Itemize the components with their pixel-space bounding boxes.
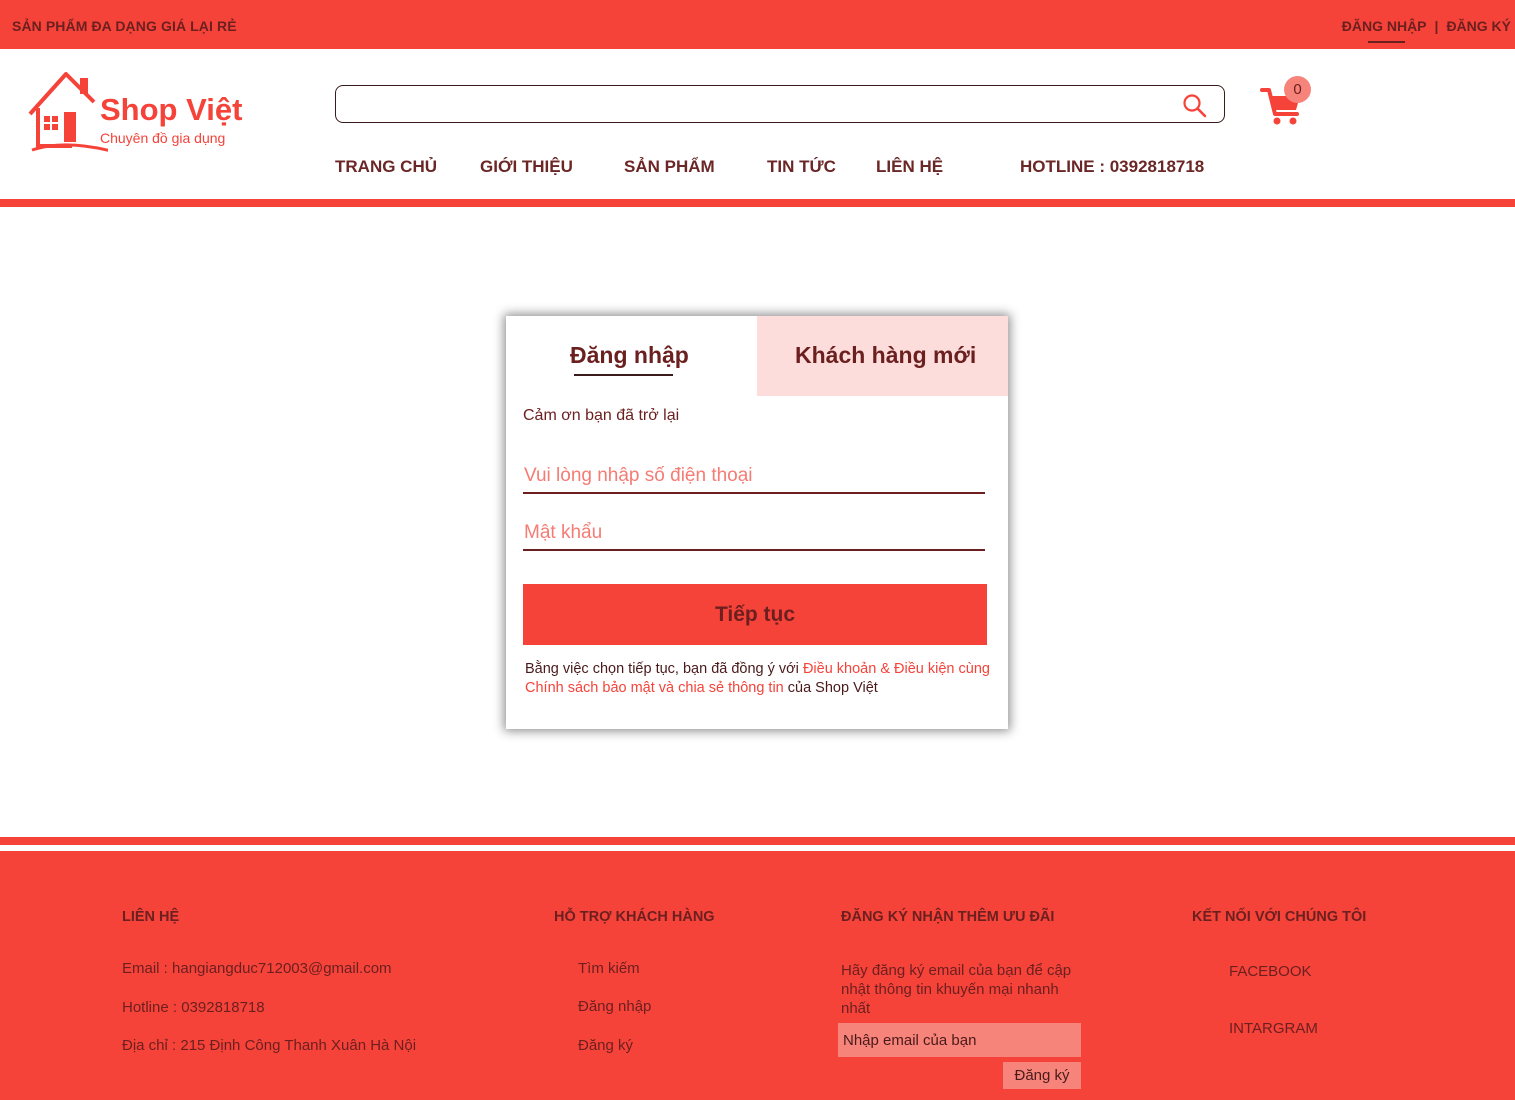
nav-about[interactable]: GIỚI THIỆU — [480, 157, 573, 177]
login-card: Đăng nhập Khách hàng mới Cảm ơn bạn đã t… — [506, 316, 1008, 729]
footer-link-login[interactable]: Đăng nhập — [578, 998, 651, 1015]
nav-contact[interactable]: LIÊN HỆ — [876, 157, 943, 177]
top-login-link[interactable]: ĐĂNG NHẬP — [1342, 18, 1427, 43]
logo[interactable]: Shop Việt Chuyên đồ gia dụng — [28, 68, 268, 158]
welcome-text: Cảm ơn bạn đã trở lại — [523, 407, 680, 424]
terms-suffix: của Shop Việt — [783, 680, 878, 696]
house-logo-icon — [28, 72, 108, 152]
footer-newsletter-heading: ĐĂNG KÝ NHẬN THÊM ƯU ĐÃI — [841, 909, 1055, 925]
tab-login-label: Đăng nhập — [570, 342, 689, 368]
top-tagline: SẢN PHẨM ĐA DẠNG GIÁ LẠI RẺ — [12, 18, 237, 34]
tab-login[interactable]: Đăng nhập — [506, 316, 757, 396]
nav-products[interactable]: SẢN PHẨM — [624, 157, 715, 177]
terms-text: Bằng việc chọn tiếp tục, bạn đã đồng ý v… — [525, 660, 995, 698]
footer-link-facebook[interactable]: FACEBOOK — [1229, 963, 1312, 980]
main-nav: TRANG CHỦ GIỚI THIỆU SẢN PHẨM TIN TỨC LI… — [0, 157, 1515, 181]
footer-divider — [0, 837, 1515, 845]
terms-prefix: Bằng việc chọn tiếp tục, bạn đã đồng ý v… — [525, 661, 803, 677]
cart-count-badge: 0 — [1284, 76, 1311, 103]
tab-new-customer-label: Khách hàng mới — [795, 342, 977, 368]
footer-link-register[interactable]: Đăng ký — [578, 1037, 633, 1054]
nav-home[interactable]: TRANG CHỦ — [335, 157, 437, 177]
newsletter-text: Hãy đăng ký email của bạn để cập nhật th… — [841, 962, 1072, 1017]
footer-hotline: Hotline : 0392818718 — [122, 999, 265, 1016]
header-divider — [0, 199, 1515, 207]
nav-news[interactable]: TIN TỨC — [767, 157, 836, 177]
newsletter-subscribe-button[interactable]: Đăng ký — [1003, 1062, 1081, 1089]
footer-social-heading: KẾT NỐI VỚI CHÚNG TÔI — [1192, 909, 1367, 925]
search-icon[interactable] — [1182, 93, 1208, 119]
logo-slogan: Chuyên đồ gia dụng — [100, 130, 226, 146]
footer-link-instagram[interactable]: INTARGRAM — [1229, 1020, 1318, 1037]
top-register-link[interactable]: ĐĂNG KÝ — [1446, 18, 1511, 34]
top-auth-separator: | — [1434, 18, 1439, 34]
logo-brand: Shop Việt — [100, 92, 243, 127]
phone-field[interactable] — [523, 460, 985, 494]
footer-email: Email : hangiangduc712003@gmail.com — [122, 960, 392, 977]
top-bar: SẢN PHẨM ĐA DẠNG GIÁ LẠI RẺ ĐĂNG NHẬP | … — [0, 0, 1515, 49]
continue-button[interactable]: Tiếp tục — [523, 584, 987, 645]
top-auth-links: ĐĂNG NHẬP | ĐĂNG KÝ — [1342, 18, 1511, 43]
cart-button[interactable]: 0 — [1260, 76, 1314, 126]
tab-login-underline — [574, 374, 673, 376]
password-field[interactable] — [523, 517, 985, 551]
search-bar — [335, 85, 1225, 123]
footer-address: Địa chỉ : 215 Định Công Thanh Xuân Hà Nộ… — [122, 1037, 417, 1054]
tab-new-customer[interactable]: Khách hàng mới — [757, 316, 1008, 396]
footer-support-heading: HỖ TRỢ KHÁCH HÀNG — [554, 909, 715, 925]
search-input[interactable] — [346, 92, 1166, 116]
footer-contact-heading: LIÊN HỆ — [122, 909, 180, 925]
footer: LIÊN HỆ Email : hangiangduc712003@gmail.… — [0, 851, 1515, 1100]
newsletter-email-input[interactable] — [838, 1023, 1081, 1057]
footer-link-search[interactable]: Tìm kiếm — [578, 960, 640, 977]
header-hotline: HOTLINE : 0392818718 — [1020, 157, 1205, 176]
